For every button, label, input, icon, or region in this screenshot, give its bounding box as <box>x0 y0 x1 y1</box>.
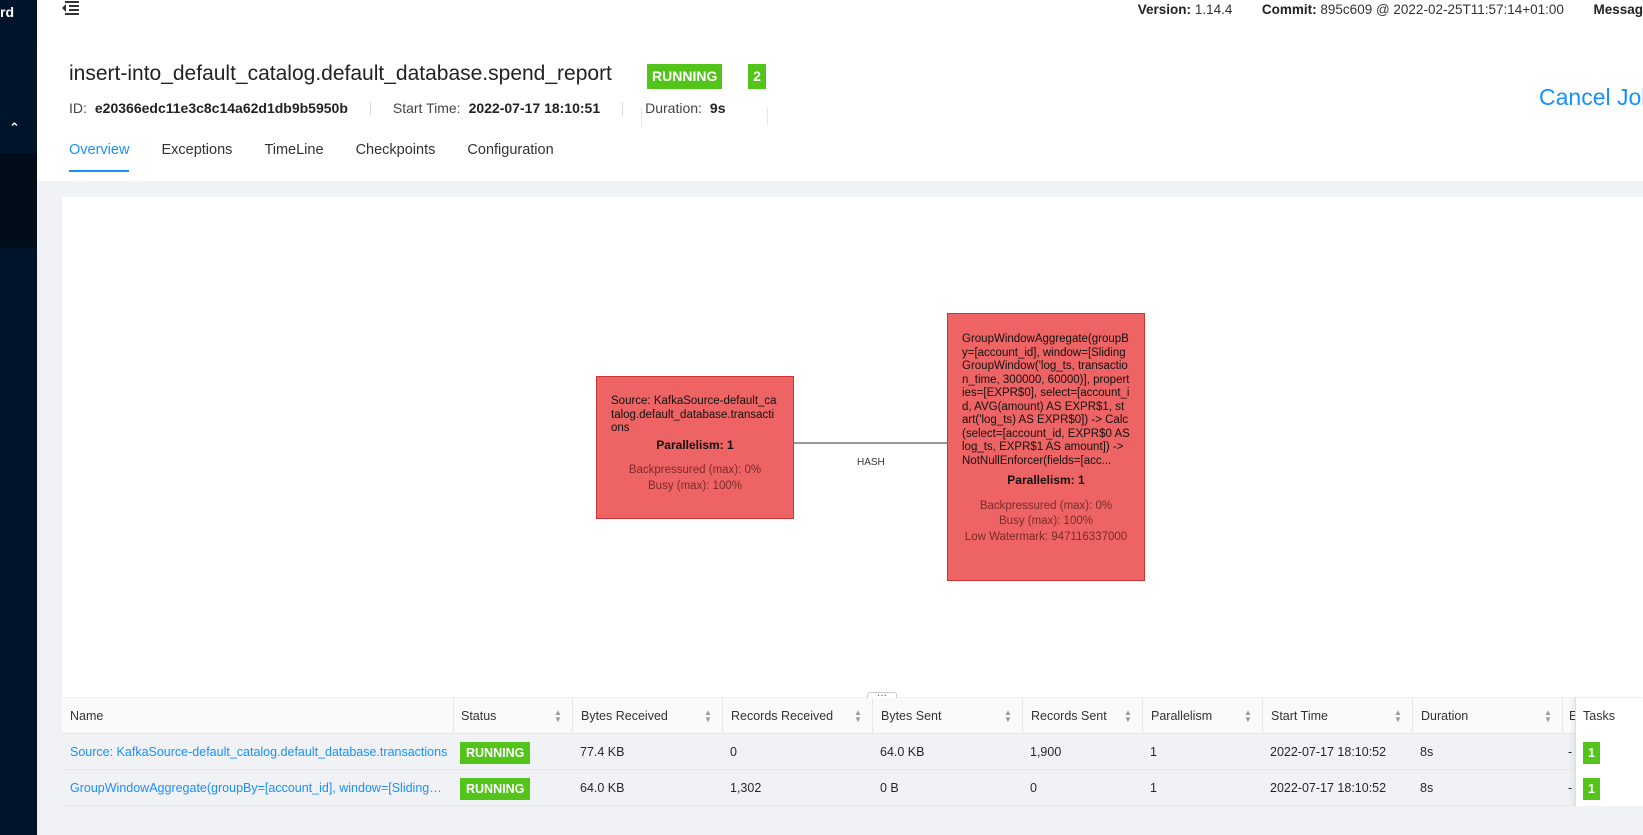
top-header: Version: 1.14.4 Commit: 895c609 @ 2022-0… <box>37 0 1643 41</box>
sort-icon[interactable]: ▲ ▼ <box>1394 709 1402 724</box>
version-label: Version: <box>1137 2 1192 17</box>
sort-icon[interactable]: ▲ ▼ <box>1124 709 1132 724</box>
commit-label: Commit: <box>1261 2 1317 17</box>
task-count-badge: 1 <box>1583 777 1600 800</box>
task-count-badge: 1 <box>1583 741 1600 764</box>
tasks-column: Tasks 1 1 <box>1575 698 1643 806</box>
bytes-sent: 0 B <box>880 781 899 795</box>
duration: 8s <box>1420 781 1434 795</box>
node-parallelism: Parallelism: 1 <box>1007 473 1085 487</box>
records-sent: 0 <box>1030 781 1037 795</box>
sort-icon[interactable]: ▲ ▼ <box>704 709 712 724</box>
job-name: insert-into_default_catalog.default_data… <box>69 62 612 85</box>
page-footer-space <box>37 806 1643 835</box>
chevron-up-icon[interactable]: ⌃ <box>9 120 20 136</box>
vertex-name-link[interactable]: GroupWindowAggregate(groupBy=[account_id… <box>70 770 450 806</box>
edge-label: HASH <box>857 457 885 468</box>
job-descriptions: ID: e20366edc11e3c8c14a62d1db9b5950b Star… <box>69 100 748 117</box>
node-backpressure: Backpressured (max): 0% <box>628 464 762 476</box>
graph-node-source[interactable]: Source: KafkaSource-default_catalog.defa… <box>596 376 794 519</box>
bytes-received: 64.0 KB <box>580 781 625 795</box>
node-watermark: Low Watermark: 947116337000 <box>964 530 1128 543</box>
sort-icon[interactable]: ▲ ▼ <box>1544 709 1552 724</box>
commit-value: 895c609 @ 2022-02-25T11:57:14+01:00 <box>1320 2 1564 17</box>
node-parallelism: Parallelism: 1 <box>656 437 734 452</box>
column-header-duration[interactable]: Duration <box>1412 698 1562 734</box>
parallelism: 1 <box>1150 781 1157 795</box>
sort-icon[interactable]: ▲ ▼ <box>1004 709 1012 724</box>
job-start-time: 2022-07-17 18:10:51 <box>468 100 601 116</box>
status-badge: RUNNING <box>460 741 531 764</box>
bytes-sent: 64.0 KB <box>880 745 925 759</box>
node-backpressure: Backpressured (max): 0% <box>979 499 1113 512</box>
status-badge: RUNNING <box>460 777 531 800</box>
vertex-name-link[interactable]: Source: KafkaSource-default_catalog.defa… <box>70 734 450 770</box>
node-busy: Busy (max): 100% <box>648 479 742 492</box>
records-sent: 1,900 <box>1030 745 1062 759</box>
column-header-records-received[interactable]: Records Received <box>722 698 872 734</box>
tab-overview[interactable]: Overview <box>69 142 130 172</box>
records-received: 1,302 <box>730 781 762 795</box>
cancel-job-button[interactable]: Cancel Jol <box>1539 84 1643 111</box>
table-row[interactable]: GroupWindowAggregate(groupBy=[account_id… <box>62 770 1643 806</box>
duration-item: Duration: 9s <box>645 100 726 116</box>
version-value: 1.14.4 <box>1194 2 1233 17</box>
table-header: Name Status ▲ ▼ Bytes Received ▲ ▼ Records… <box>62 698 1643 734</box>
menu-fold-icon[interactable] <box>61 0 79 16</box>
column-header-name[interactable]: Name <box>70 698 450 734</box>
column-header-bytes-received[interactable]: Bytes Received <box>572 698 722 734</box>
sidebar: rd ⌃ <box>0 0 37 835</box>
job-id: e20366edc11e3c8c14a62d1db9b5950b <box>94 100 348 116</box>
node-description: Source: KafkaSource-default_catalog.defa… <box>611 395 777 434</box>
node-description: GroupWindowAggregate(groupBy=[account_id… <box>962 333 1130 467</box>
messages-link[interactable]: Messag <box>1593 2 1643 17</box>
column-header-bytes-sent[interactable]: Bytes Sent <box>872 698 1022 734</box>
brand-text: rd <box>0 4 14 20</box>
job-duration: 9s <box>709 100 726 116</box>
sort-icon[interactable]: ▲ ▼ <box>554 709 562 724</box>
column-header-start-time[interactable]: Start Time <box>1262 698 1412 734</box>
start-time-item: Start Time: 2022-07-17 18:10:51 <box>392 100 601 116</box>
start-time: 2022-07-17 18:10:52 <box>1270 745 1387 759</box>
sort-icon[interactable]: ▲ ▼ <box>854 709 862 724</box>
duration: 8s <box>1420 745 1434 759</box>
tab-configuration[interactable]: Configuration <box>467 142 553 170</box>
start-time: 2022-07-17 18:10:52 <box>1270 781 1387 795</box>
parallelism: 1 <box>1150 745 1157 759</box>
header-meta: Version: 1.14.4 Commit: 895c609 @ 2022-0… <box>1138 2 1643 17</box>
job-id-item: ID: e20366edc11e3c8c14a62d1db9b5950b <box>69 100 348 116</box>
job-graph[interactable]: Source: KafkaSource-default_catalog.defa… <box>62 197 1643 697</box>
tab-exceptions[interactable]: Exceptions <box>161 142 232 170</box>
graph-node-aggregate[interactable]: GroupWindowAggregate(groupBy=[account_id… <box>947 313 1145 581</box>
records-received: 0 <box>730 745 737 759</box>
running-task-count-badge: 2 <box>748 64 766 89</box>
job-header: insert-into_default_catalog.default_data… <box>37 41 1643 181</box>
sidebar-submenu <box>0 153 37 248</box>
bytes-received: 77.4 KB <box>580 745 625 759</box>
node-busy: Busy (max): 100% <box>999 515 1093 527</box>
column-header-end-time[interactable]: E <box>1562 698 1575 734</box>
tab-checkpoints[interactable]: Checkpoints <box>356 142 436 170</box>
table-row[interactable]: Source: KafkaSource-default_catalog.defa… <box>62 734 1643 770</box>
sort-icon[interactable]: ▲ ▼ <box>1244 709 1252 724</box>
job-tabs: Overview Exceptions TimeLine Checkpoints… <box>69 142 582 172</box>
column-header-tasks[interactable]: Tasks <box>1583 698 1643 734</box>
tab-timeline[interactable]: TimeLine <box>264 142 323 170</box>
job-status-badge: RUNNING <box>647 64 723 89</box>
